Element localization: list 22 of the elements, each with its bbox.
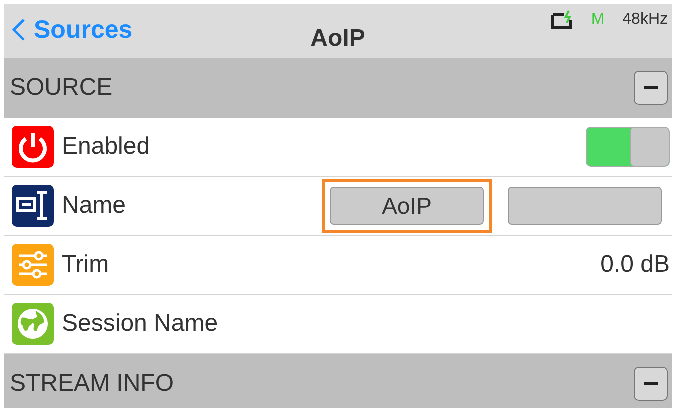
row-label: Session Name	[62, 310, 220, 338]
section-title: STREAM INFO	[10, 370, 174, 398]
text-cursor-icon	[12, 185, 54, 227]
row-label: Name	[62, 192, 128, 220]
collapse-button[interactable]	[634, 367, 668, 401]
page-title: AoIP	[310, 25, 366, 53]
row-label: Enabled	[62, 133, 152, 161]
power-icon	[12, 126, 54, 168]
row-label: Trim	[62, 251, 110, 279]
battery-charging-icon	[551, 10, 574, 30]
collapse-button[interactable]	[634, 71, 668, 105]
name-button[interactable]: AoIP	[330, 187, 484, 225]
trim-value: 0.0 dB	[600, 251, 670, 279]
toggle-switch[interactable]	[586, 127, 670, 167]
minus-icon	[644, 382, 658, 386]
mode-indicator: M	[591, 11, 605, 29]
sliders-icon	[12, 244, 54, 286]
globe-icon	[12, 303, 54, 345]
minus-icon	[644, 86, 658, 90]
chevron-left-icon	[12, 18, 26, 42]
section-title: SOURCE	[10, 74, 113, 102]
sample-rate: 48kHz	[622, 11, 668, 29]
